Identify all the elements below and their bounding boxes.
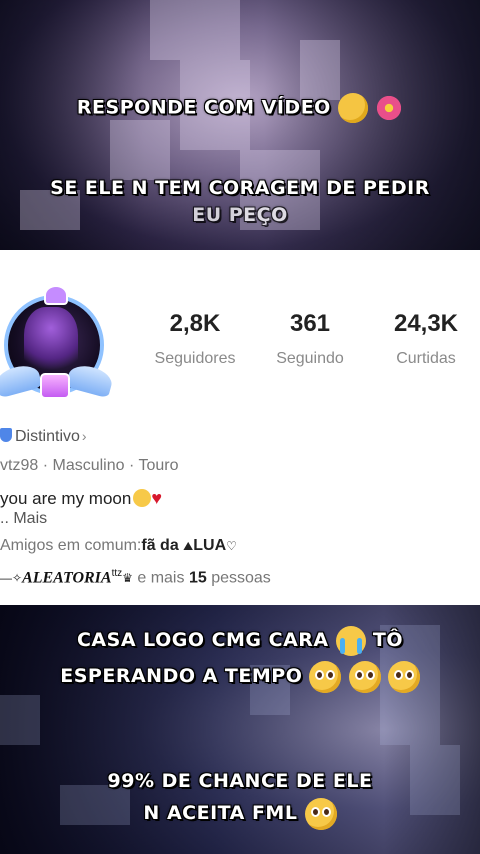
likes-count: 24,3K: [393, 310, 459, 337]
followers-stat[interactable]: 2,8K Seguidores: [135, 310, 255, 368]
heart-icon: ♥: [151, 488, 163, 508]
followers-label: Seguidores: [154, 350, 236, 367]
following-label: Seguindo: [276, 350, 344, 367]
flower-icon: [375, 94, 404, 122]
shield-icon: [0, 428, 12, 442]
friend-name: ALEATORIA: [22, 569, 112, 587]
likes-label: Curtidas: [396, 350, 456, 367]
separator: ·: [128, 457, 135, 474]
followers-count: 2,8K: [169, 310, 221, 337]
likes-stat[interactable]: 24,3K Curtidas: [366, 310, 480, 368]
more-count: 15: [188, 569, 207, 587]
decor-icon: ⛰: [183, 539, 194, 553]
mutual-friends-list[interactable]: —✧ALEATORIAttz♛ e mais 15 pessoas: [0, 568, 271, 587]
friend-suffix: ttz: [111, 568, 123, 579]
chevron-right-icon: ›: [81, 428, 87, 444]
smile-emoji-icon: [133, 489, 152, 507]
overlay-caption-4: 99% DE CHANCE DE ELE N ACEITA FML: [0, 765, 480, 830]
bio: you are my moon ♥: [0, 488, 162, 509]
decor-icon: —✧: [0, 571, 23, 586]
pleading-face-icon: [304, 797, 337, 830]
heart-outline-icon: ♡: [226, 539, 237, 553]
zodiac-sign: Touro: [138, 457, 179, 474]
crying-face-icon: [335, 625, 366, 656]
username: vtz98: [0, 457, 39, 474]
avatar[interactable]: [0, 285, 115, 405]
pleading-face-icon: [309, 660, 342, 693]
mutual-friends[interactable]: Amigos em comum:fã da ⛰LUA♡: [0, 537, 237, 555]
separator: ·: [42, 457, 49, 474]
pleading-face-icon: [387, 660, 420, 693]
more-link[interactable]: .. Mais: [0, 510, 47, 528]
badge-link[interactable]: Distintivo ›: [0, 428, 87, 446]
mutual-prefix: Amigos em comum:: [0, 537, 142, 554]
mutual-friend-name-2: LUA: [193, 537, 227, 554]
people-label: pessoas: [211, 569, 271, 587]
gender: Masculino: [52, 457, 125, 474]
following-count: 361: [289, 310, 331, 337]
overlay-caption-3: CASA LOGO CMG CARA TÔ ESPERANDO A TEMPO: [0, 622, 480, 694]
crest-icon: [44, 285, 68, 305]
following-stat[interactable]: 361 Seguindo: [250, 310, 370, 368]
gem-icon: [40, 373, 70, 399]
pleading-face-icon: [348, 660, 381, 693]
overlay-caption-2: SE ELE N TEM CORAGEM DE PEDIR EU PEÇO: [50, 177, 430, 226]
profile-meta: vtz98 · Masculino · Touro: [0, 457, 178, 475]
and-more-label: e mais: [137, 569, 185, 587]
badge-label: Distintivo: [15, 428, 80, 445]
bio-text: you are my moon: [0, 489, 132, 508]
profile-card: 2,8K Seguidores 361 Seguindo 24,3K Curti…: [0, 250, 480, 605]
mutual-friend-name: fã da: [141, 537, 179, 554]
sneezing-face-icon: [337, 93, 368, 123]
overlay-caption-1: RESPONDE COM VÍDEO: [0, 93, 480, 123]
crown-icon: ♛: [122, 571, 133, 586]
